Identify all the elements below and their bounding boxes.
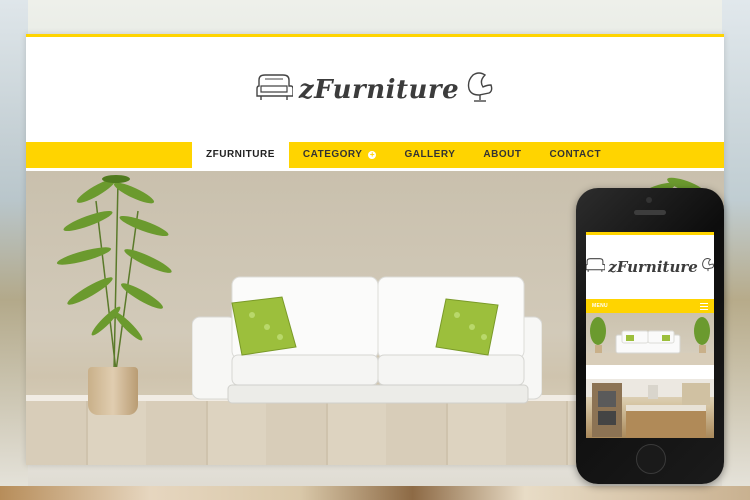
sofa (192, 276, 542, 404)
nav-label: ZFURNITURE (206, 149, 275, 160)
nav-item-zfurniture[interactable]: ZFURNITURE (192, 142, 289, 168)
background-left (0, 0, 28, 500)
nav-label: ABOUT (483, 149, 522, 160)
phone-home-button[interactable] (636, 444, 666, 474)
nav-item-about[interactable]: ABOUT (469, 142, 535, 168)
mobile-menu-bar[interactable]: MENU (586, 299, 714, 313)
plant-left (56, 175, 172, 371)
nav-item-category[interactable]: CATEGORY + (289, 142, 391, 168)
nav-label: GALLERY (404, 149, 456, 160)
plant-pot (88, 367, 138, 415)
mobile-phone-mockup: zFurniture MENU (576, 188, 724, 484)
egg-chair-icon (701, 257, 714, 278)
site-logo[interactable]: zFurniture (299, 75, 459, 105)
background-right (722, 0, 750, 500)
armchair-icon (255, 72, 294, 107)
hamburger-menu-icon[interactable] (700, 302, 708, 310)
plus-icon: + (368, 150, 377, 159)
site-header: zFurniture (26, 37, 724, 142)
nav-item-contact[interactable]: CONTACT (535, 142, 615, 168)
nav-label: CATEGORY (302, 149, 363, 160)
nav-item-gallery[interactable]: GALLERY (390, 142, 469, 168)
mobile-logo[interactable]: zFurniture (608, 258, 698, 276)
mobile-menu-label: MENU (592, 303, 608, 309)
mobile-screen: zFurniture MENU (586, 232, 714, 438)
speaker-grille (634, 210, 666, 215)
main-nav: ZFURNITURE CATEGORY + GALLERY ABOUT CONT… (26, 142, 724, 168)
egg-chair-icon (465, 71, 495, 108)
armchair-icon (586, 257, 606, 278)
camera-icon (646, 197, 652, 203)
background-bottom-strip (0, 486, 750, 500)
mobile-header: zFurniture (586, 235, 714, 299)
mobile-kitchen-image (586, 379, 714, 438)
nav-label: CONTACT (549, 149, 602, 160)
mobile-hero-image (586, 313, 714, 365)
